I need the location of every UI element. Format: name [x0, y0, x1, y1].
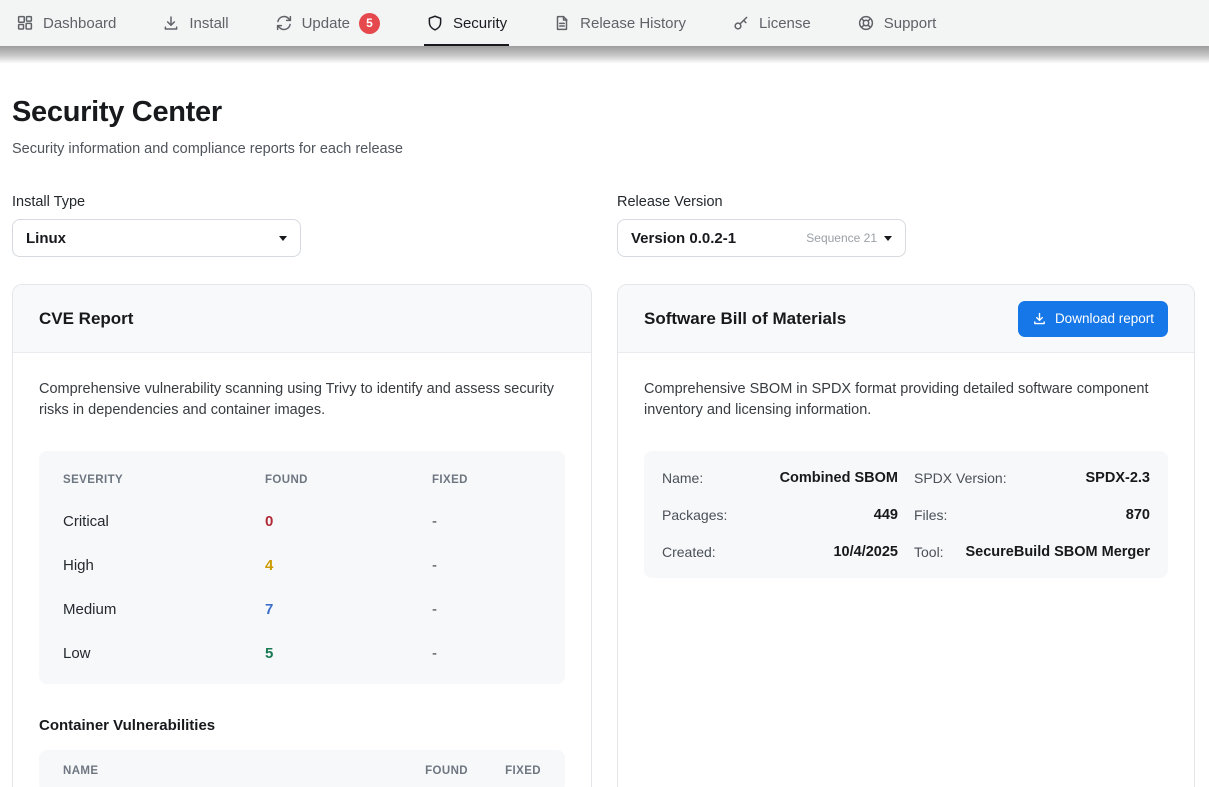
nav-item-label: License [759, 15, 811, 32]
release-version-select[interactable]: Version 0.0.2-1 Sequence 21 [617, 219, 906, 257]
refresh-icon [275, 14, 293, 32]
shield-icon [426, 14, 444, 32]
found-count: 4 [265, 557, 432, 574]
nav-item-label: Support [884, 15, 937, 32]
list-item: SPDX Version: SPDX-2.3 [914, 459, 1150, 496]
found-col-header: FOUND [265, 474, 432, 486]
nav-item-dashboard[interactable]: Dashboard [16, 0, 116, 46]
cve-report-card: CVE Report Comprehensive vulnerability s… [12, 284, 592, 787]
list-item: Tool: SecureBuild SBOM Merger [914, 533, 1150, 570]
nav-item-update[interactable]: Update 5 [275, 0, 380, 46]
fixed-count: - [432, 557, 541, 574]
sbom-card: Software Bill of Materials Download repo… [617, 284, 1195, 787]
severity-table-header: SEVERITY FOUND FIXED [39, 460, 565, 499]
cards-row: CVE Report Comprehensive vulnerability s… [12, 284, 1195, 787]
release-sequence-text: Sequence 21 [806, 231, 877, 245]
download-icon [162, 14, 180, 32]
page-title: Security Center [12, 96, 1195, 129]
detail-label: Files: [914, 507, 947, 523]
severity-col-header: SEVERITY [63, 474, 265, 486]
sbom-description: Comprehensive SBOM in SPDX format provid… [644, 379, 1168, 421]
list-item: Packages: 449 [662, 496, 898, 533]
table-row: Critical 0 - [39, 499, 565, 543]
nav-item-label: Update [302, 15, 350, 32]
found-count: 0 [265, 513, 432, 530]
detail-label: Tool: [914, 544, 944, 560]
detail-label: Created: [662, 544, 716, 560]
download-report-label: Download report [1055, 311, 1154, 326]
chevron-down-icon [884, 236, 892, 241]
nav-item-security[interactable]: Security [426, 0, 507, 46]
download-report-button[interactable]: Download report [1018, 301, 1168, 337]
detail-label: SPDX Version: [914, 470, 1007, 486]
update-count-badge: 5 [359, 13, 380, 34]
cve-report-title: CVE Report [39, 309, 133, 329]
name-col-header: NAME [63, 765, 406, 777]
sbom-header: Software Bill of Materials Download repo… [618, 285, 1194, 353]
dashboard-grid-icon [16, 14, 34, 32]
header-shadow-divider [0, 46, 1209, 63]
chevron-down-icon [279, 236, 287, 241]
detail-value: Combined SBOM [780, 470, 898, 486]
list-item: Created: 10/4/2025 [662, 533, 898, 570]
list-item: Files: 870 [914, 496, 1150, 533]
cve-report-description: Comprehensive vulnerability scanning usi… [39, 379, 565, 421]
release-version-value: Version 0.0.2-1 [631, 230, 806, 247]
key-icon [732, 14, 750, 32]
filters-row: Install Type Linux Release Version Versi… [12, 194, 1195, 257]
release-version-filter: Release Version Version 0.0.2-1 Sequence… [617, 194, 906, 257]
release-version-label: Release Version [617, 194, 906, 210]
nav-item-label: Security [453, 15, 507, 32]
detail-label: Name: [662, 470, 703, 486]
install-type-select[interactable]: Linux [12, 219, 301, 257]
severity-name: Low [63, 645, 265, 662]
install-type-filter: Install Type Linux [12, 194, 617, 257]
lifebuoy-icon [857, 14, 875, 32]
sbom-body: Comprehensive SBOM in SPDX format provid… [618, 353, 1194, 578]
list-item: Name: Combined SBOM [662, 459, 898, 496]
nav-item-label: Release History [580, 15, 686, 32]
cve-report-body: Comprehensive vulnerability scanning usi… [13, 353, 591, 787]
install-type-value: Linux [26, 230, 279, 247]
severity-name: Critical [63, 513, 265, 530]
sbom-details-grid: Name: Combined SBOM SPDX Version: SPDX-2… [644, 451, 1168, 578]
detail-label: Packages: [662, 507, 727, 523]
fixed-col-header: FIXED [432, 474, 541, 486]
severity-name: Medium [63, 601, 265, 618]
fixed-col-header: FIXED [468, 765, 541, 777]
found-col-header: FOUND [406, 765, 468, 777]
severity-table: SEVERITY FOUND FIXED Critical 0 - High 4… [39, 451, 565, 684]
table-row: High 4 - [39, 543, 565, 587]
detail-value: 449 [874, 507, 898, 523]
nav-item-license[interactable]: License [732, 0, 811, 46]
detail-value: 10/4/2025 [833, 544, 898, 560]
top-navigation: Dashboard Install Update 5 Security [0, 0, 1209, 46]
nav-item-install[interactable]: Install [162, 0, 228, 46]
found-count: 7 [265, 601, 432, 618]
nav-item-label: Install [189, 15, 228, 32]
detail-value: 870 [1126, 507, 1150, 523]
container-vulnerabilities-header: NAME FOUND FIXED [39, 750, 565, 787]
fixed-count: - [432, 601, 541, 618]
fixed-count: - [432, 513, 541, 530]
fixed-count: - [432, 645, 541, 662]
table-row: Medium 7 - [39, 587, 565, 631]
main-content: Security Center Security information and… [0, 63, 1209, 787]
nav-item-release-history[interactable]: Release History [553, 0, 686, 46]
severity-name: High [63, 557, 265, 574]
sbom-title: Software Bill of Materials [644, 309, 846, 329]
container-vulnerabilities-title: Container Vulnerabilities [39, 717, 565, 734]
table-row: Low 5 - [39, 631, 565, 675]
page-subtitle: Security information and compliance repo… [12, 141, 1195, 157]
nav-item-label: Dashboard [43, 15, 116, 32]
found-count: 5 [265, 645, 432, 662]
nav-item-support[interactable]: Support [857, 0, 937, 46]
detail-value: SecureBuild SBOM Merger [965, 544, 1150, 560]
install-type-label: Install Type [12, 194, 617, 210]
download-icon [1032, 311, 1047, 326]
document-icon [553, 14, 571, 32]
detail-value: SPDX-2.3 [1086, 470, 1150, 486]
cve-report-header: CVE Report [13, 285, 591, 353]
